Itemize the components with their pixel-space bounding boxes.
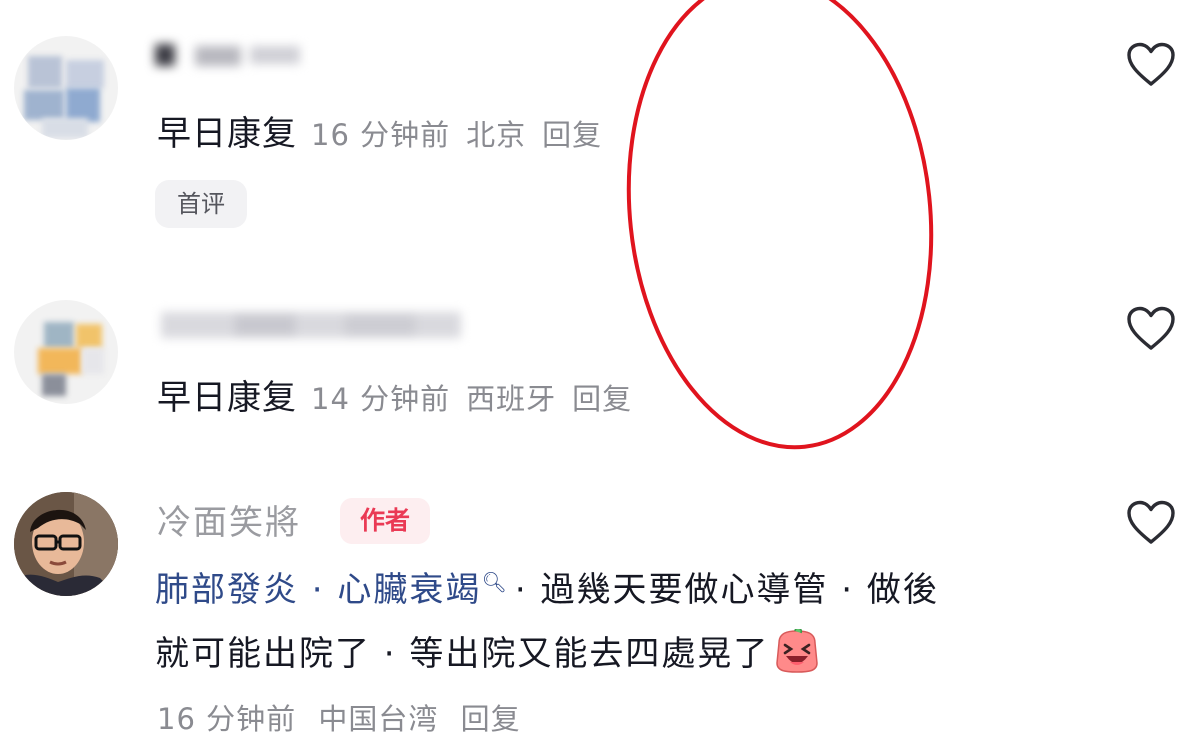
avatar-photo — [14, 492, 118, 596]
comment-text-line: 就可能出院了 · 等出院又能去四處晃了 — [155, 626, 821, 675]
comment-location: 中国台湾 — [318, 702, 439, 736]
laughing-face-emoji — [776, 629, 819, 673]
author-username[interactable]: 冷面笑將 — [157, 495, 301, 544]
comment-text: 就可能出院了 · 等出院又能去四處晃了 — [155, 634, 770, 674]
comment-text-line: 肺部發炎 · 心臟衰竭🔍︎ · 過幾天要做心導管 · 做後 — [155, 562, 939, 611]
avatar[interactable] — [14, 492, 118, 596]
comment-list: 早日康复 16 分钟前 北京 回复 首评 早日康复 14 分钟前 西班牙 回复 — [0, 0, 1200, 746]
author-badge: 作者 — [340, 498, 430, 544]
comment-time: 16 分钟前 — [157, 702, 297, 736]
keyword-search-link[interactable]: 肺部發炎 · 心臟衰竭 — [155, 570, 481, 610]
search-icon[interactable]: 🔍︎ — [481, 570, 508, 594]
heart-outline-icon[interactable] — [1126, 500, 1176, 546]
comment-item-author: 冷面笑將 作者 肺部發炎 · 心臟衰竭🔍︎ · 過幾天要做心導管 · 做後 就可能… — [0, 0, 1200, 746]
comment-text: · 過幾天要做心導管 · 做後 — [514, 570, 939, 610]
comment-meta: 16 分钟前 中国台湾 回复 — [157, 696, 521, 738]
reply-button[interactable]: 回复 — [461, 702, 521, 736]
